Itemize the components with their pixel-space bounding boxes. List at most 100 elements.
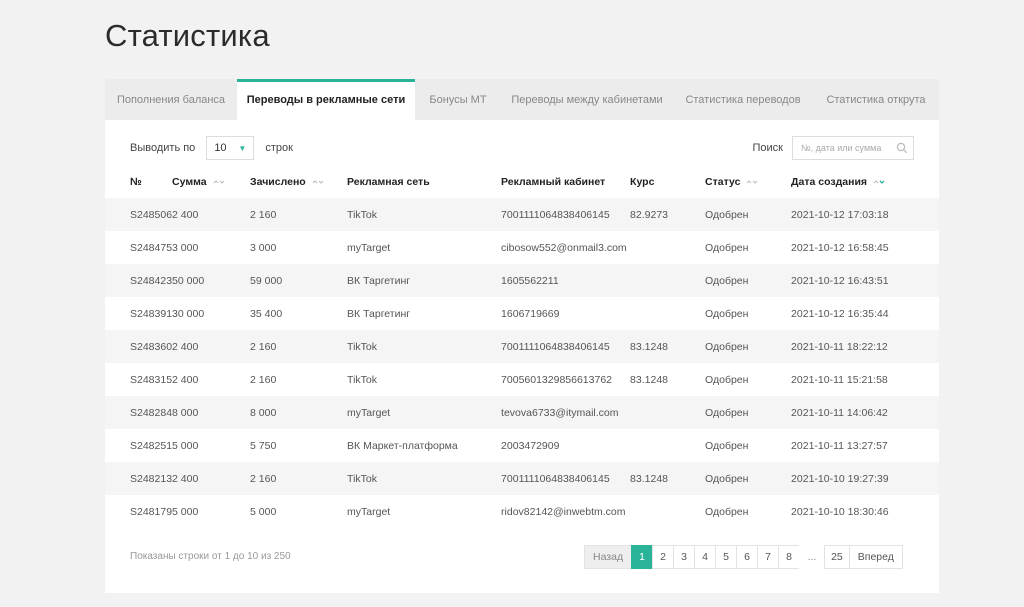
page-button-6[interactable]: 6: [736, 545, 759, 569]
cell-amount: 5 000: [172, 505, 199, 518]
cell-credited: 2 160: [250, 472, 277, 485]
col-amount[interactable]: Сумма: [172, 166, 250, 198]
tab-transfer-stats[interactable]: Статистика переводов: [673, 79, 813, 120]
tab-balance-topups[interactable]: Пополнения баланса: [105, 79, 237, 120]
cell-transfer-id: S248360: [130, 340, 173, 353]
prev-page-button[interactable]: Назад: [584, 545, 633, 569]
cell-status: Одобрен: [705, 274, 749, 287]
col-rate: Курс: [630, 176, 655, 188]
cell-ad-cabinet: ridov82142@inwebtm.com: [501, 505, 626, 518]
cell-status: Одобрен: [705, 307, 749, 320]
cell-ad-network: ВК Таргетинг: [347, 274, 411, 287]
tab-spend-stats[interactable]: Статистика открута: [813, 79, 939, 120]
cell-rate: [630, 264, 705, 297]
sort-desc-icon: [873, 180, 885, 185]
cell-ad-network: TikTok: [347, 373, 377, 386]
cell-credited: 8 000: [250, 406, 277, 419]
cell-amount: 2 400: [172, 208, 199, 221]
cell-amount: 3 000: [172, 241, 199, 254]
cell-rate: [630, 396, 705, 429]
cell-rate: [630, 495, 705, 528]
page-button-4[interactable]: 4: [694, 545, 717, 569]
cell-credited: 5 000: [250, 505, 277, 518]
cell-amount: 30 000: [172, 307, 205, 320]
page-button-3[interactable]: 3: [673, 545, 696, 569]
table-header-row: № Сумма Зачислено Рекламная сеть Рекламн…: [105, 166, 939, 198]
cell-credited: 35 400: [250, 307, 283, 320]
cell-status: Одобрен: [705, 406, 749, 419]
page-button-8[interactable]: 8: [778, 545, 801, 569]
table-row: S248506 2 400 2 160 TikTok 70011110648384061…: [105, 198, 939, 231]
cell-transfer-id: S248284: [130, 406, 173, 419]
cell-rate: 83.1248: [630, 373, 669, 386]
statistics-card: Пополнения баланса Переводы в рекламные …: [105, 79, 939, 593]
tab-mt-bonuses[interactable]: Бонусы МТ: [415, 79, 501, 120]
cell-status: Одобрен: [705, 208, 749, 221]
table-row: S248360 2 400 2 160 TikTok 70011110648384061…: [105, 330, 939, 363]
table-row: S248284 8 000 8 000 myTarget tevova6733@itym…: [105, 396, 939, 429]
cell-status: Одобрен: [705, 439, 749, 452]
cell-created-date: 2021-10-12 16:43:51: [791, 274, 889, 287]
tab-cabinet-transfers[interactable]: Переводы между кабинетами: [501, 79, 673, 120]
cell-created-date: 2021-10-11 13:27:57: [791, 439, 888, 452]
cell-credited: 5 750: [250, 439, 277, 452]
cell-amount: 2 400: [172, 472, 199, 485]
next-page-button[interactable]: Вперед: [848, 545, 903, 569]
cell-transfer-id: S248423: [130, 274, 173, 287]
page-size-select[interactable]: 10 ▼: [206, 136, 255, 160]
col-credited[interactable]: Зачислено: [250, 166, 347, 198]
pagination-ellipsis: ...: [799, 545, 826, 569]
cell-created-date: 2021-10-11 15:21:58: [791, 373, 888, 386]
cell-ad-cabinet: 7005601329856613762: [501, 373, 612, 386]
sort-icon: [747, 180, 758, 184]
cell-transfer-id: S248315: [130, 373, 173, 386]
tab-bar: Пополнения баланса Переводы в рекламные …: [105, 79, 939, 120]
show-label: Выводить по: [130, 142, 196, 154]
cell-amount: 2 400: [172, 340, 199, 353]
cell-created-date: 2021-10-12 17:03:18: [791, 208, 889, 221]
cell-status: Одобрен: [705, 472, 749, 485]
cell-rate: [630, 297, 705, 330]
cell-ad-network: TikTok: [347, 340, 377, 353]
col-ad-cabinet: Рекламный кабинет: [501, 176, 606, 188]
cell-ad-cabinet: 2003472909: [501, 439, 560, 452]
cell-transfer-id: S248251: [130, 439, 173, 452]
page-title: Статистика: [105, 18, 270, 53]
cell-status: Одобрен: [705, 241, 749, 254]
cell-transfer-id: S248179: [130, 505, 173, 518]
page-size-value: 10: [214, 142, 227, 154]
cell-ad-network: ВК Таргетинг: [347, 307, 411, 320]
cell-transfer-id: S248506: [130, 208, 173, 221]
cell-amount: 50 000: [172, 274, 205, 287]
search-control: Поиск: [753, 136, 914, 160]
col-number[interactable]: №: [105, 166, 172, 198]
sort-icon: [312, 180, 324, 184]
col-status[interactable]: Статус: [705, 166, 791, 198]
col-created-date[interactable]: Дата создания: [791, 166, 939, 198]
cell-transfer-id: S248391: [130, 307, 173, 320]
cell-credited: 59 000: [250, 274, 283, 287]
pagination: Назад 1 2 3 4 5 6 7 8 ... 25 Вперед: [584, 545, 903, 569]
cell-ad-cabinet: cibosow552@onmail3.com: [501, 241, 627, 254]
cell-ad-network: ВК Маркет-платформа: [347, 439, 458, 452]
cell-amount: 8 000: [172, 406, 199, 419]
rows-label: строк: [265, 142, 293, 154]
table-row: S248475 3 000 3 000 myTarget cibosow552@onma…: [105, 231, 939, 264]
page-button-last[interactable]: 25: [824, 545, 850, 569]
cell-ad-cabinet: 1606719669: [501, 307, 560, 320]
page-button-5[interactable]: 5: [715, 545, 738, 569]
cell-credited: 2 160: [250, 340, 277, 353]
tab-ad-network-transfers[interactable]: Переводы в рекламные сети: [237, 79, 415, 120]
cell-status: Одобрен: [705, 373, 749, 386]
cell-credited: 3 000: [250, 241, 277, 254]
col-ad-network: Рекламная сеть: [347, 176, 430, 188]
search-icon: [896, 142, 908, 154]
page-button-7[interactable]: 7: [757, 545, 780, 569]
cell-amount: 5 000: [172, 439, 199, 452]
cell-ad-network: myTarget: [347, 406, 391, 419]
cell-created-date: 2021-10-11 14:06:42: [791, 406, 888, 419]
search-label: Поиск: [752, 142, 783, 154]
page-button-1[interactable]: 1: [631, 545, 654, 569]
page-button-2[interactable]: 2: [652, 545, 675, 569]
cell-transfer-id: S248475: [130, 241, 173, 254]
